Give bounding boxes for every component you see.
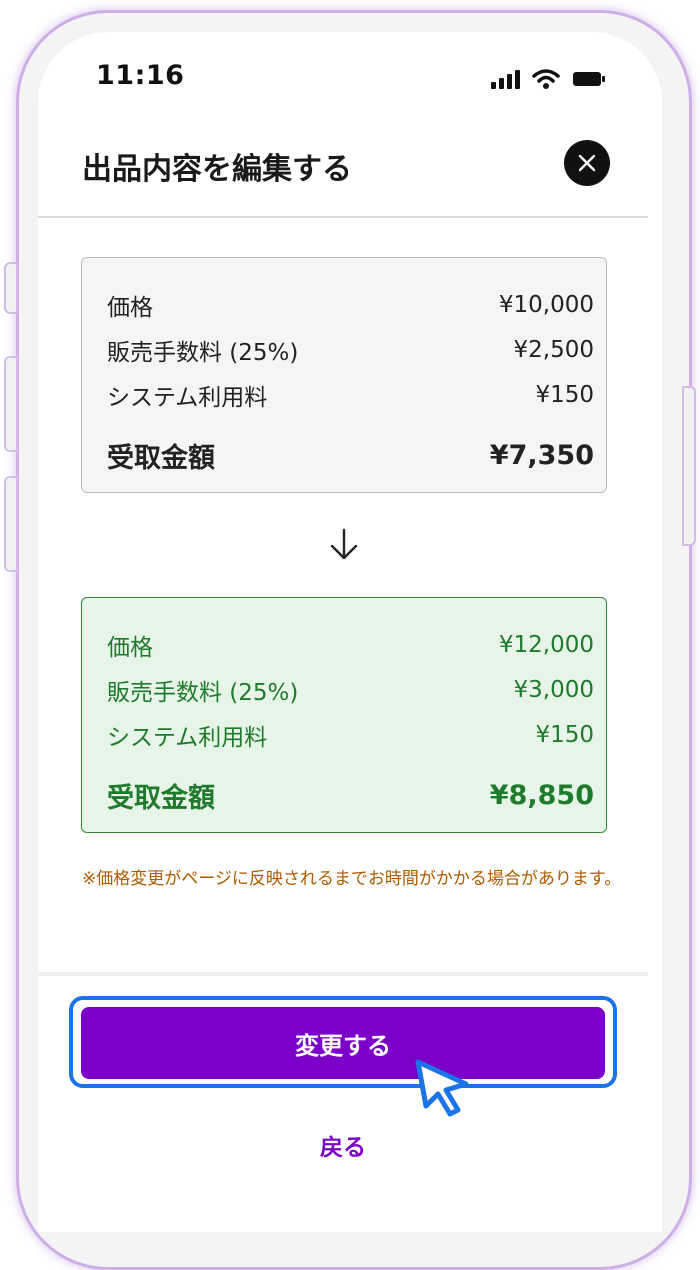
row-label: 価格 — [107, 294, 153, 321]
row-value: ¥150 — [535, 381, 594, 408]
change-button[interactable]: 変更する — [81, 1007, 605, 1079]
summary-row: システム利用料 ¥150 — [107, 372, 594, 417]
current-price-summary: 価格 ¥10,000 販売手数料 (25%) ¥2,500 システム利用料 ¥1… — [81, 257, 607, 493]
total-row: 受取金額 ¥8,850 — [107, 773, 594, 818]
arrow-down-icon — [330, 528, 358, 560]
row-value: ¥12,000 — [498, 631, 594, 658]
summary-row: 販売手数料 (25%) ¥3,000 — [107, 667, 594, 712]
close-icon — [578, 154, 596, 172]
phone-side-button — [4, 476, 18, 572]
wifi-icon — [532, 69, 560, 89]
row-label: 販売手数料 (25%) — [107, 679, 299, 706]
new-price-summary: 価格 ¥12,000 販売手数料 (25%) ¥3,000 システム利用料 ¥1… — [81, 597, 607, 833]
close-button[interactable] — [564, 140, 610, 186]
row-label: システム利用料 — [107, 384, 268, 411]
row-label: システム利用料 — [107, 724, 268, 751]
row-label: 価格 — [107, 634, 153, 661]
total-label: 受取金額 — [107, 783, 215, 814]
phone-side-button — [682, 386, 696, 546]
page-title: 出品内容を編集する — [82, 152, 352, 187]
phone-side-button — [4, 356, 18, 452]
total-value: ¥7,350 — [489, 440, 594, 471]
total-row: 受取金額 ¥7,350 — [107, 433, 594, 478]
battery-icon — [573, 72, 605, 86]
header-divider — [38, 216, 648, 218]
summary-row: 販売手数料 (25%) ¥2,500 — [107, 327, 594, 372]
phone-screen: 11:16 出品内容を編集する 価格 ¥10,000 販売手数料 (25%) ¥… — [38, 32, 662, 1232]
summary-row: システム利用料 ¥150 — [107, 712, 594, 757]
back-link[interactable]: 戻る — [38, 1128, 648, 1162]
status-time: 11:16 — [96, 60, 185, 91]
row-label: 販売手数料 (25%) — [107, 339, 299, 366]
total-value: ¥8,850 — [489, 780, 594, 811]
row-value: ¥150 — [535, 721, 594, 748]
row-value: ¥10,000 — [498, 291, 594, 318]
price-change-note: ※価格変更がページに反映されるまでお時間がかかる場合があります。 — [82, 869, 622, 889]
total-label: 受取金額 — [107, 443, 215, 474]
signal-icon — [491, 70, 520, 89]
phone-side-button — [4, 262, 18, 314]
pointer-cursor-icon — [415, 1059, 469, 1117]
summary-row: 価格 ¥12,000 — [107, 622, 594, 667]
summary-row: 価格 ¥10,000 — [107, 282, 594, 327]
footer-divider — [38, 972, 648, 976]
row-value: ¥2,500 — [513, 336, 594, 363]
status-icons — [490, 68, 606, 90]
row-value: ¥3,000 — [513, 676, 594, 703]
